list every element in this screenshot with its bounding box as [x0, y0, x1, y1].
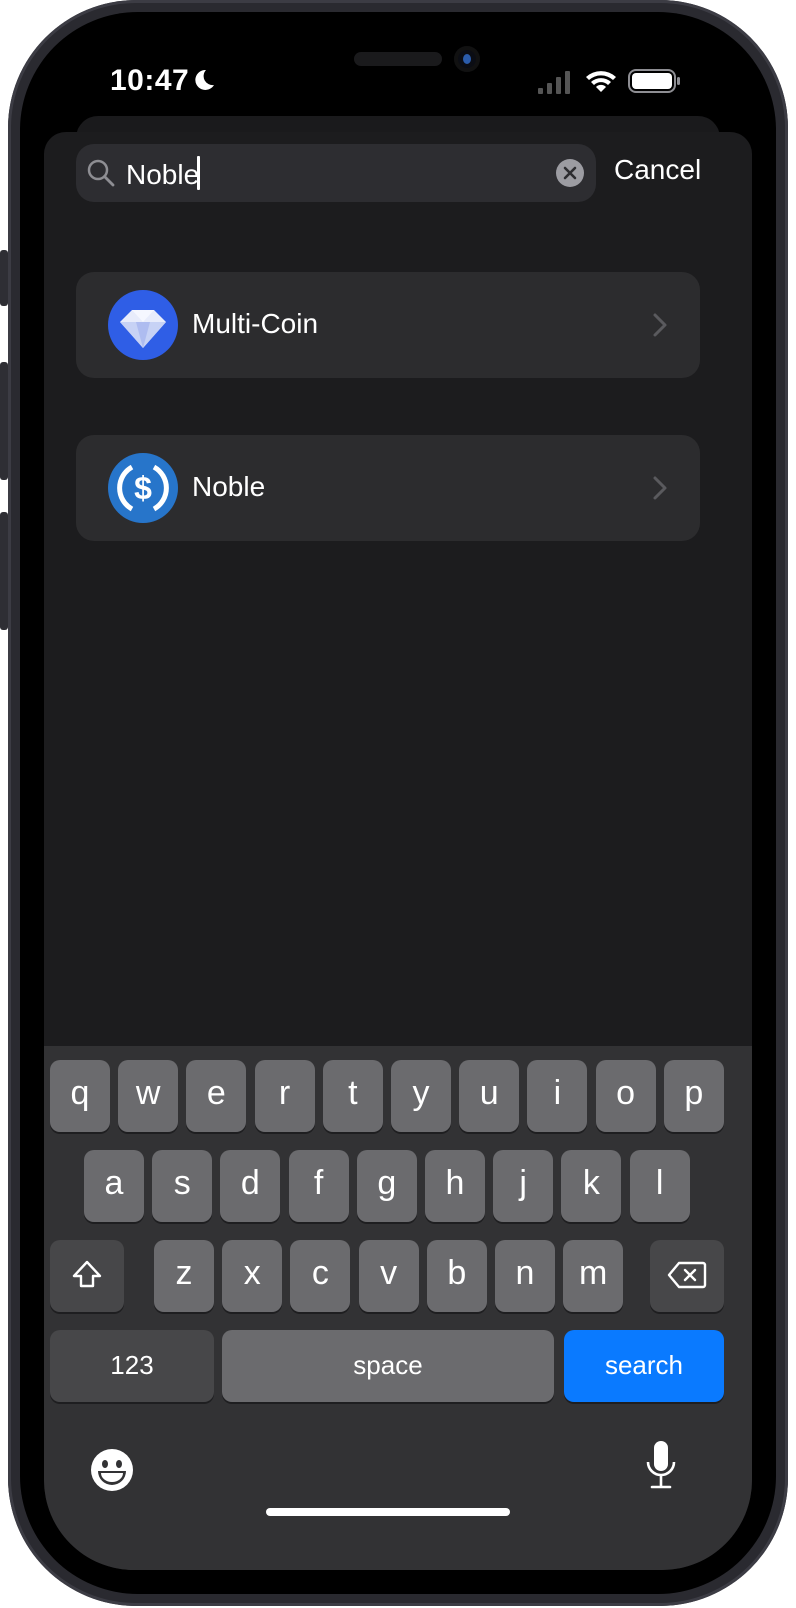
screen: 10:47 Noble Cancel Multi-Coin $ Noble q … — [44, 36, 752, 1570]
key-d[interactable]: d — [220, 1150, 281, 1222]
backspace-icon — [667, 1261, 707, 1289]
key-r[interactable]: r — [254, 1060, 315, 1132]
key-l[interactable]: l — [629, 1150, 690, 1222]
key-b[interactable]: b — [426, 1240, 487, 1312]
shift-icon — [72, 1260, 102, 1288]
search-input-value: Noble — [126, 159, 200, 190]
status-time: 10:47 — [110, 64, 190, 97]
svg-text:$: $ — [134, 470, 152, 506]
key-k[interactable]: k — [561, 1150, 622, 1222]
key-q[interactable]: q — [50, 1060, 110, 1132]
key-h[interactable]: h — [425, 1150, 485, 1222]
chevron-right-icon — [653, 313, 667, 337]
status-bar: 10:47 — [44, 64, 752, 100]
cancel-button[interactable]: Cancel — [614, 154, 701, 186]
chevron-right-icon — [653, 476, 667, 500]
volume-down-button — [0, 512, 8, 630]
key-e[interactable]: e — [186, 1060, 247, 1132]
result-row-noble[interactable]: $ Noble — [76, 435, 700, 541]
key-u[interactable]: u — [459, 1060, 520, 1132]
action-button — [0, 250, 8, 306]
usdc-dollar-icon: $ — [108, 453, 178, 523]
key-o[interactable]: o — [595, 1060, 656, 1132]
result-row-multi-coin[interactable]: Multi-Coin — [76, 272, 700, 378]
wifi-icon — [586, 71, 616, 92]
key-p[interactable]: p — [663, 1060, 724, 1132]
key-n[interactable]: n — [495, 1240, 555, 1312]
clear-circle-icon[interactable] — [556, 159, 584, 187]
key-s[interactable]: s — [152, 1150, 213, 1222]
search-field[interactable]: Noble — [76, 144, 596, 202]
key-j[interactable]: j — [493, 1150, 554, 1222]
diamond-icon — [108, 290, 178, 360]
result-label: Multi-Coin — [192, 308, 319, 339]
delete-key[interactable] — [650, 1240, 724, 1312]
key-x[interactable]: x — [222, 1240, 283, 1312]
moon-icon — [195, 69, 214, 90]
key-g[interactable]: g — [356, 1150, 417, 1222]
shift-key[interactable] — [50, 1240, 124, 1312]
microphone-icon[interactable] — [644, 1440, 678, 1490]
key-t[interactable]: t — [322, 1060, 383, 1132]
text-caret — [197, 156, 201, 190]
key-m[interactable]: m — [563, 1240, 624, 1312]
search-key[interactable]: search — [564, 1330, 724, 1402]
home-indicator[interactable] — [266, 1508, 510, 1516]
volume-up-button — [0, 362, 8, 480]
result-label: Noble — [192, 471, 266, 502]
space-key[interactable]: space — [222, 1330, 554, 1402]
key-a[interactable]: a — [84, 1150, 144, 1222]
key-w[interactable]: w — [118, 1060, 179, 1132]
key-v[interactable]: v — [358, 1240, 419, 1312]
key-c[interactable]: c — [290, 1240, 351, 1312]
keyboard: qwertyuiop asdfghjkl zxcvbnm 123 space s… — [44, 1046, 752, 1570]
numbers-key[interactable]: 123 — [50, 1330, 214, 1402]
search-input[interactable]: Noble — [126, 156, 201, 191]
key-y[interactable]: y — [391, 1060, 451, 1132]
emoji-icon[interactable] — [90, 1448, 134, 1492]
key-z[interactable]: z — [154, 1240, 214, 1312]
battery-icon — [628, 69, 680, 93]
search-icon — [87, 159, 115, 187]
key-i[interactable]: i — [527, 1060, 588, 1132]
cellular-signal-icon — [538, 71, 570, 94]
key-f[interactable]: f — [288, 1150, 349, 1222]
